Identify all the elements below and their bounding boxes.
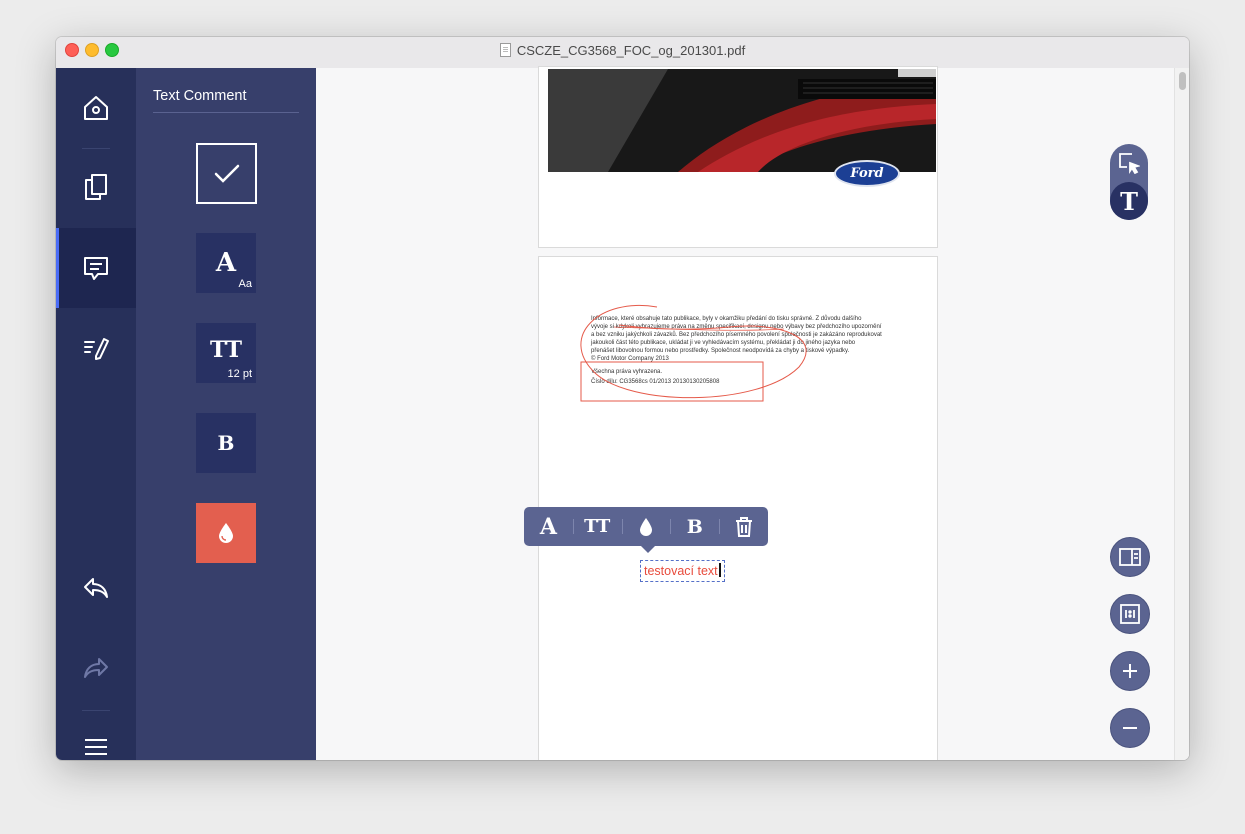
vertical-scrollbar[interactable] — [1174, 68, 1189, 760]
text-caret — [718, 563, 721, 577]
font-size-value: 12 pt — [227, 368, 252, 380]
undo-button[interactable] — [56, 558, 136, 618]
page-text-line: Informace, které obsahuje tato publikace… — [591, 316, 862, 322]
doc-number-line: Číslo dílu: CG3568cs 01/2013 20130130205… — [591, 379, 720, 385]
menu-icon — [85, 739, 107, 755]
page-text-block: Informace, které obsahuje tato publikace… — [591, 315, 891, 386]
font-button[interactable]: A Aa — [196, 233, 256, 293]
panel-layout-icon — [1119, 548, 1141, 566]
page-text-line: a bez vzniku jakýchkoli závazků. Bez pře… — [591, 332, 882, 338]
select-mode-button[interactable] — [1110, 144, 1148, 182]
actual-size-button[interactable] — [1110, 594, 1150, 634]
font-size-glyph: TT — [210, 337, 242, 363]
app-window: CSCZE_CG3568_FOC_og_201301.pdf Text Comm… — [56, 37, 1189, 760]
zoom-in-button[interactable] — [1110, 651, 1150, 691]
text-format-popover: A TT B — [524, 507, 768, 553]
mode-toggle: T — [1110, 144, 1148, 220]
comment-icon — [84, 257, 108, 280]
title-bar: CSCZE_CG3568_FOC_og_201301.pdf — [56, 37, 1189, 69]
popover-font-button[interactable]: A — [524, 507, 573, 546]
text-comment-value: testovací text — [644, 564, 718, 578]
minus-icon — [1123, 727, 1137, 729]
bold-button[interactable]: B — [196, 413, 256, 473]
page-text-line: přenášet libovolnou formou nebo prostřed… — [591, 348, 850, 354]
drop-icon — [219, 523, 233, 543]
undo-icon — [84, 578, 108, 598]
trash-icon — [735, 516, 752, 537]
pdf-file-icon — [499, 43, 511, 57]
edit-button[interactable] — [56, 308, 136, 388]
layout-button[interactable] — [1110, 537, 1150, 577]
redo-icon — [84, 658, 108, 678]
pages-icon — [85, 174, 107, 200]
text-comment-panel: Text Comment A Aa TT 12 pt B — [136, 68, 316, 760]
page-text-line: vývoje si kdykoli vyhrazujeme práva na z… — [591, 324, 882, 330]
copyright-line: © Ford Motor Company 2013 — [591, 356, 669, 362]
popover-size-button[interactable]: TT — [572, 507, 622, 546]
scrollbar-thumb[interactable] — [1179, 72, 1186, 90]
text-icon: T — [1120, 189, 1138, 213]
font-sub-label: Aa — [238, 278, 252, 290]
page-text-line: jakoukoli část této publikace, ukládat j… — [591, 340, 856, 346]
window-title-area: CSCZE_CG3568_FOC_og_201301.pdf — [56, 43, 1189, 58]
popover-font-glyph: A — [539, 513, 557, 540]
zoom-out-button[interactable] — [1110, 708, 1150, 748]
rights-line: Všechna práva vyhrazena. — [591, 369, 663, 375]
plus-icon — [1123, 664, 1137, 678]
ford-logo-text: Ford — [850, 166, 884, 181]
menu-button[interactable] — [56, 722, 136, 760]
window-title: CSCZE_CG3568_FOC_og_201301.pdf — [516, 43, 746, 58]
bold-glyph: B — [217, 431, 235, 455]
confirm-button[interactable] — [196, 143, 257, 204]
popover-bold-glyph: B — [686, 515, 703, 538]
text-mode-button[interactable]: T — [1110, 182, 1148, 220]
select-icon — [1119, 153, 1140, 174]
checkmark-icon — [214, 164, 239, 183]
car-illustration — [548, 69, 936, 172]
rail-divider — [82, 710, 110, 711]
comment-button[interactable] — [56, 228, 136, 308]
font-size-button[interactable]: TT 12 pt — [196, 323, 256, 383]
svg-text:T: T — [1120, 189, 1138, 213]
drop-icon — [639, 517, 652, 536]
home-icon — [84, 96, 108, 120]
pdf-page-1: Ford — [538, 66, 938, 248]
popover-delete-button[interactable] — [719, 507, 768, 546]
edit-icon — [84, 338, 109, 360]
document-viewer[interactable]: Ford Informace, které obsahuje tato publ… — [316, 66, 1189, 760]
font-glyph: A — [215, 248, 237, 278]
text-comment-field[interactable]: testovací text — [640, 560, 725, 582]
ford-logo: Ford — [834, 160, 900, 187]
pages-button[interactable] — [56, 148, 136, 226]
panel-divider — [153, 112, 299, 113]
redo-button[interactable] — [56, 638, 136, 698]
nav-rail — [56, 68, 136, 760]
home-button[interactable] — [56, 68, 136, 148]
popover-bold-button[interactable]: B — [670, 507, 719, 546]
actual-size-icon — [1120, 604, 1140, 624]
color-button[interactable] — [196, 503, 256, 563]
panel-title: Text Comment — [153, 88, 247, 104]
car-photo — [548, 69, 936, 172]
popover-size-glyph: TT — [584, 516, 611, 537]
popover-color-button[interactable] — [621, 507, 671, 546]
